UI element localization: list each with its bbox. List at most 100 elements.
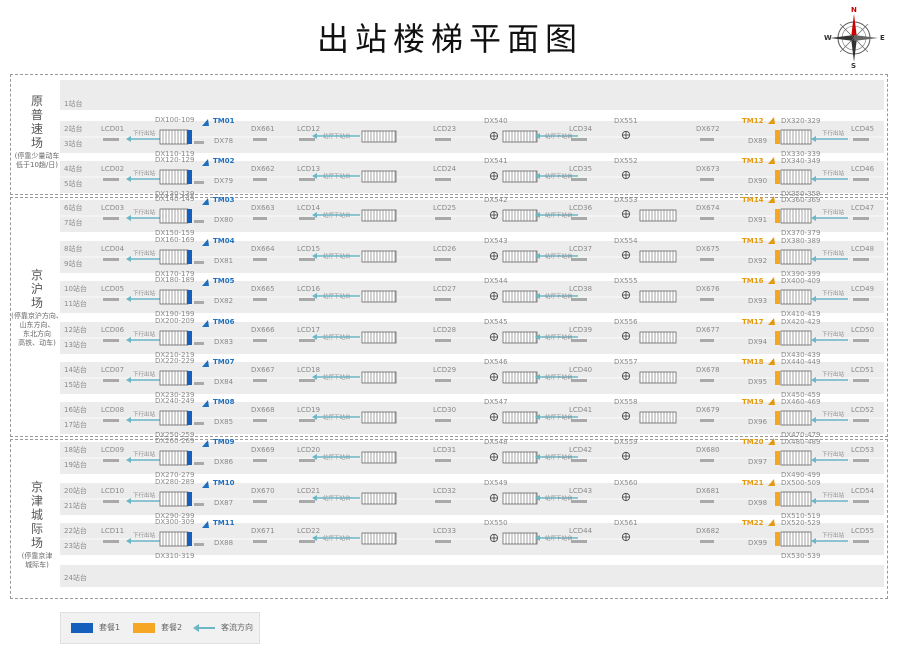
row-12-set2-block (775, 532, 780, 546)
row-12-stairs-left (159, 531, 189, 547)
row-10-dx-right-top: DX480-489 (781, 438, 820, 446)
row-6-set1-block (187, 290, 192, 304)
row-9-set2-block (775, 411, 780, 425)
row-6-lcd-LCD05: LCD05 (101, 285, 124, 293)
row-5-stairs-left (159, 249, 189, 265)
row-8-lcd-LCD51: LCD51 (851, 366, 874, 374)
row-6-dx-left-top: DX180-189 (155, 276, 194, 284)
row-12-dx-left-top: DX300-309 (155, 518, 194, 526)
row-7-stairs-right-exit (780, 330, 812, 346)
row-11-stairs-center-left-frame (361, 492, 397, 505)
row-2-tm-left: TM01 (213, 117, 235, 125)
row-4-dx-left-dash (194, 220, 204, 223)
row-12-dx-66x-dash (253, 540, 267, 543)
row-6-exit-left-label: 下行出站 (133, 289, 156, 297)
row-8-lcd-dash-LCD29 (435, 379, 451, 382)
row-9-exit-left-label: 下行出站 (133, 410, 156, 418)
row-12-stairs-center (502, 532, 538, 545)
row-8-exit-right-label: 下行出站 (822, 370, 845, 378)
row-8-lcd-LCD29: LCD29 (433, 366, 456, 374)
row-6-dx-right-bottom: DX410-419 (781, 310, 820, 318)
row-7-tm-right-arrow (768, 318, 775, 325)
row-2-dx-left: DX78 (214, 137, 233, 145)
row-8-escalator-center (489, 372, 499, 382)
row-4-dx-right-top: DX360-369 (781, 196, 820, 204)
row-11-platform-label-a: 20站台 (64, 486, 87, 495)
row-10-stairs-center-left-frame (361, 451, 397, 464)
row-9-dx-54x: DX547 (484, 398, 508, 406)
row-6-dx-right: DX93 (748, 297, 767, 305)
row-12-lcd-LCD11: LCD11 (101, 527, 124, 535)
row-9-stairs-left (159, 410, 189, 426)
row-4-stairs-center-frame (502, 209, 538, 222)
row-9-platform-label-a: 16站台 (64, 405, 87, 414)
row-2-platform-label-b: 3站台 (64, 139, 82, 148)
row-7-stairs-center (502, 331, 538, 344)
row-4-lcd-dash-LCD03 (103, 217, 119, 220)
legend-set1-label: 套餐1 (99, 623, 121, 632)
row-12-lcd-LCD44: LCD44 (569, 527, 593, 535)
row-7-dx-66x: DX666 (251, 326, 275, 334)
row-3-lcd-LCD13: LCD13 (297, 165, 320, 173)
row-5-stairs-center-frame (502, 250, 538, 263)
row-5-dx-54x: DX543 (484, 237, 508, 245)
row-12-lcd-LCD22: LCD22 (297, 527, 320, 535)
row-10-dx-left-dash (194, 462, 204, 465)
row-10-lcd-LCD53: LCD53 (851, 446, 874, 454)
row-4-lcd-LCD14: LCD14 (297, 204, 321, 212)
row-12-lcd-LCD55: LCD55 (851, 527, 874, 535)
row-6-stairs-right (639, 290, 677, 303)
row-3-tm-right-arrow-head (768, 157, 775, 164)
row-4-platform-label-b: 7站台 (64, 218, 82, 227)
row-10-dx-55x: DX559 (614, 438, 638, 446)
row-2-lcd-LCD34: LCD34 (569, 125, 593, 133)
row-6-tm-right: TM16 (742, 277, 764, 285)
row-11-lcd-LCD43: LCD43 (569, 487, 592, 495)
row-10-lcd-dash-LCD53 (853, 459, 869, 462)
row-9-lcd-LCD08: LCD08 (101, 406, 124, 414)
row-10-stairs-center (502, 451, 538, 464)
row-11-dx-67x-dash (700, 500, 714, 503)
row-11-dx-right-top: DX500-509 (781, 479, 820, 487)
row-4-platform-label-a: 6站台 (64, 203, 82, 212)
row-10-stairs-center-left (361, 451, 397, 464)
legend-flow: 客流方向 (193, 622, 253, 634)
row-12-down-label-right: 站厅下站台 (545, 534, 573, 542)
legend-set2: 套餐2 (133, 622, 182, 634)
row-7-platform-label-b: 13站台 (64, 340, 87, 349)
flow-arrow-icon (193, 623, 215, 633)
row-7-set1-block (187, 331, 192, 345)
row-7-stairs-center-left-frame (361, 331, 397, 344)
row-6-stairs-center-frame (502, 290, 538, 303)
row-10-escalator-right (621, 451, 631, 461)
row-4-dx-67x-dash (700, 217, 714, 220)
row-3-tm-right: TM13 (742, 157, 764, 165)
row-7-exit-right-label: 下行出站 (822, 330, 845, 338)
row-8-stairs-center-left-frame (361, 371, 397, 384)
row-4-exit-left-label: 下行出站 (133, 208, 156, 216)
row-7-lcd-dash-LCD28 (435, 339, 451, 342)
row-4-stairs-center-left-frame (361, 209, 397, 222)
row-3-lcd-LCD35: LCD35 (569, 165, 592, 173)
row-11-down-label-right: 站厅下站台 (545, 494, 573, 502)
row-5-lcd-LCD04: LCD04 (101, 245, 125, 253)
row-9-dx-66x-dash (253, 419, 267, 422)
row-7-tm-right-arrow-head (768, 318, 775, 325)
row-7-dx-54x: DX545 (484, 318, 508, 326)
station-floor-plan: 1站台2站台3站台LCD01 LCD12 LCD23 LCD34 LCD45下行出站DX… (60, 80, 884, 587)
row-10-dx-right: DX97 (748, 458, 767, 466)
row-6-dx-right-top: DX400-409 (781, 277, 820, 285)
row-12-lcd-dash-LCD11 (103, 540, 119, 543)
row-2-dx-left-dash (194, 141, 204, 144)
row-2-stairs-center (502, 130, 538, 143)
row-12-dx-67x-dash (700, 540, 714, 543)
row-11-stairs-center-left (361, 492, 397, 505)
row-13-platform-label: 24站台 (64, 573, 87, 582)
row-10-lcd-LCD20: LCD20 (297, 446, 320, 454)
row-11-dx-right: DX98 (748, 499, 767, 507)
row-6-dx-67x: DX676 (696, 285, 720, 293)
row-5-lcd-LCD37: LCD37 (569, 245, 592, 253)
row-9-down-label-right: 站厅下站台 (545, 413, 573, 421)
row-2-stairs-center-frame (502, 130, 538, 143)
row-2-exit-right-label: 下行出站 (822, 129, 845, 137)
